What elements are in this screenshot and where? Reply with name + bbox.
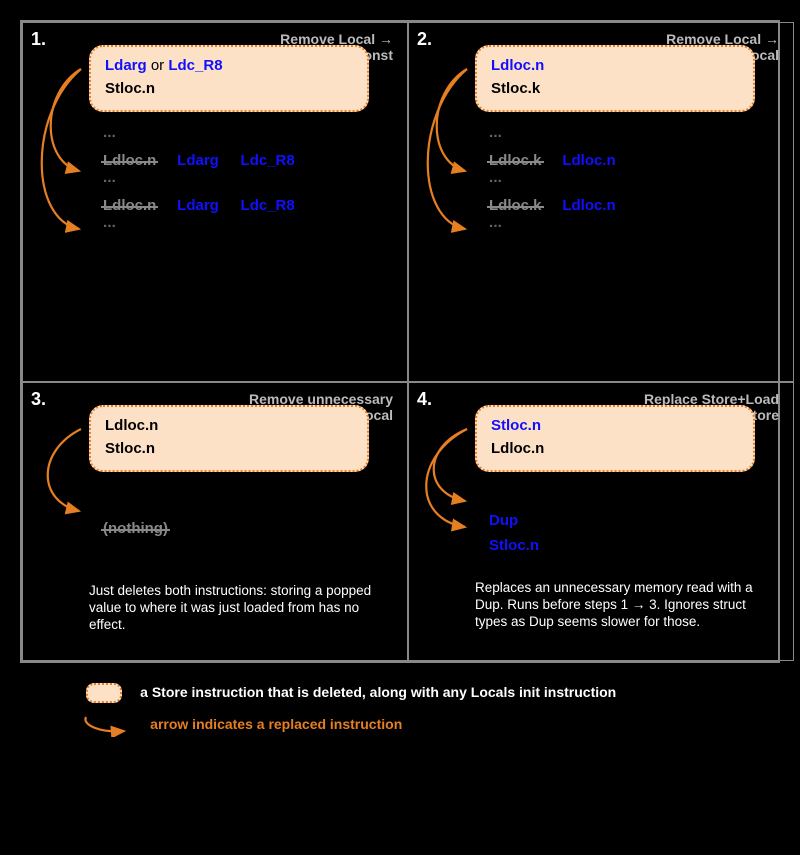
- panel-2-block-line2: Stloc.k: [491, 78, 739, 101]
- panel-3-desc: Just deletes both instructions: storing …: [89, 583, 389, 634]
- panel-4-block-line1: Stloc.n: [491, 415, 739, 438]
- panel-4-block-line2: Ldloc.n: [491, 438, 739, 461]
- panel-3-number: 3.: [31, 389, 46, 410]
- legend-swatch-row: a Store instruction that is deleted, alo…: [20, 683, 780, 703]
- legend-arrow-text: arrow indicates a replaced instruction: [150, 716, 402, 732]
- panel-2-ellipsis: . . .: [489, 124, 775, 142]
- panel-3-result: (nothing): [103, 520, 389, 537]
- panel-1-row-1: Ldloc.n Ldarg or Ldc_R8: [103, 152, 389, 169]
- panel-2-number: 2.: [417, 29, 432, 50]
- panel-1-block-ldc: Ldc_R8: [168, 57, 222, 74]
- legend-swatch-icon: [86, 683, 122, 703]
- panel-1-row-2: Ldloc.n Ldarg or Ldc_R8: [103, 197, 389, 214]
- panel-1-row-2-new-b: Ldc_R8: [241, 197, 295, 214]
- panel-1-row-2-or: or: [219, 197, 241, 214]
- legend: a Store instruction that is deleted, alo…: [20, 683, 780, 737]
- panel-1-row-1-new-a: Ldarg: [177, 152, 219, 169]
- legend-arrow-row: arrow indicates a replaced instruction: [20, 713, 780, 737]
- panel-4: 4. Replace Store+Load with Dup+Store Stl…: [408, 382, 794, 661]
- panel-2-ellipsis-2: . . .: [489, 169, 775, 187]
- panel-1-row-2-new-a: Ldarg: [177, 197, 219, 214]
- panel-2-block: Ldloc.n Stloc.k: [475, 45, 755, 112]
- panel-1-block: Ldarg or Ldc_R8 Stloc.n: [89, 45, 369, 112]
- panel-2-row-2-new: Ldloc.n: [562, 197, 615, 214]
- panel-1-or: or: [147, 57, 169, 74]
- panel-2-row-1-new: Ldloc.n: [562, 152, 615, 169]
- panel-1: 1. Remove Local → Replace with Load Arg/…: [22, 22, 408, 382]
- panel-1-ellipsis-2: . . .: [103, 169, 389, 187]
- panel-3: 3. Remove unnecessary Store+Load Local L…: [22, 382, 408, 661]
- panel-4-block: Stloc.n Ldloc.n: [475, 405, 755, 472]
- panel-1-block-ldarg: Ldarg: [105, 57, 147, 74]
- panel-1-row-1-new-b: Ldc_R8: [241, 152, 295, 169]
- panel-4-result-b: Stloc.n: [489, 537, 539, 554]
- panel-4-desc: Replaces an unnecessary memory read with…: [475, 580, 775, 631]
- panel-2-row-1: Ldloc.k Ldloc.n: [489, 152, 775, 169]
- panel-1-ellipsis: . . .: [103, 124, 389, 142]
- panel-3-block-line2: Stloc.n: [105, 438, 353, 461]
- panel-2-row-2: Ldloc.k Ldloc.n: [489, 197, 775, 214]
- panel-4-result-a: Dup: [489, 512, 518, 529]
- legend-swatch-text: a Store instruction that is deleted, alo…: [140, 684, 616, 700]
- panel-1-number: 1.: [31, 29, 46, 50]
- panel-1-block-stloc: Stloc.n: [105, 78, 353, 101]
- panel-4-number: 4.: [417, 389, 432, 410]
- diagram-grid: 1. Remove Local → Replace with Load Arg/…: [20, 20, 780, 663]
- panel-4-result: Dup Stloc.n: [489, 512, 775, 554]
- panel-2-ellipsis-3: . . .: [489, 214, 775, 232]
- panel-3-block: Ldloc.n Stloc.n: [89, 405, 369, 472]
- legend-arrow-icon: [80, 713, 140, 737]
- panel-1-ellipsis-3: . . .: [103, 214, 389, 232]
- panel-2-block-line1: Ldloc.n: [491, 55, 739, 78]
- panel-2-row-2-old: Ldloc.k: [489, 197, 542, 214]
- panel-1-row-1-old: Ldloc.n: [103, 152, 156, 169]
- panel-2: 2. Remove Local → Replace with Load Loca…: [408, 22, 794, 382]
- panel-1-row-1-or: or: [219, 152, 241, 169]
- panel-3-result-text: (nothing): [103, 520, 168, 537]
- panel-3-block-line1: Ldloc.n: [105, 415, 353, 438]
- panel-1-row-2-old: Ldloc.n: [103, 197, 156, 214]
- panel-2-row-1-old: Ldloc.k: [489, 152, 542, 169]
